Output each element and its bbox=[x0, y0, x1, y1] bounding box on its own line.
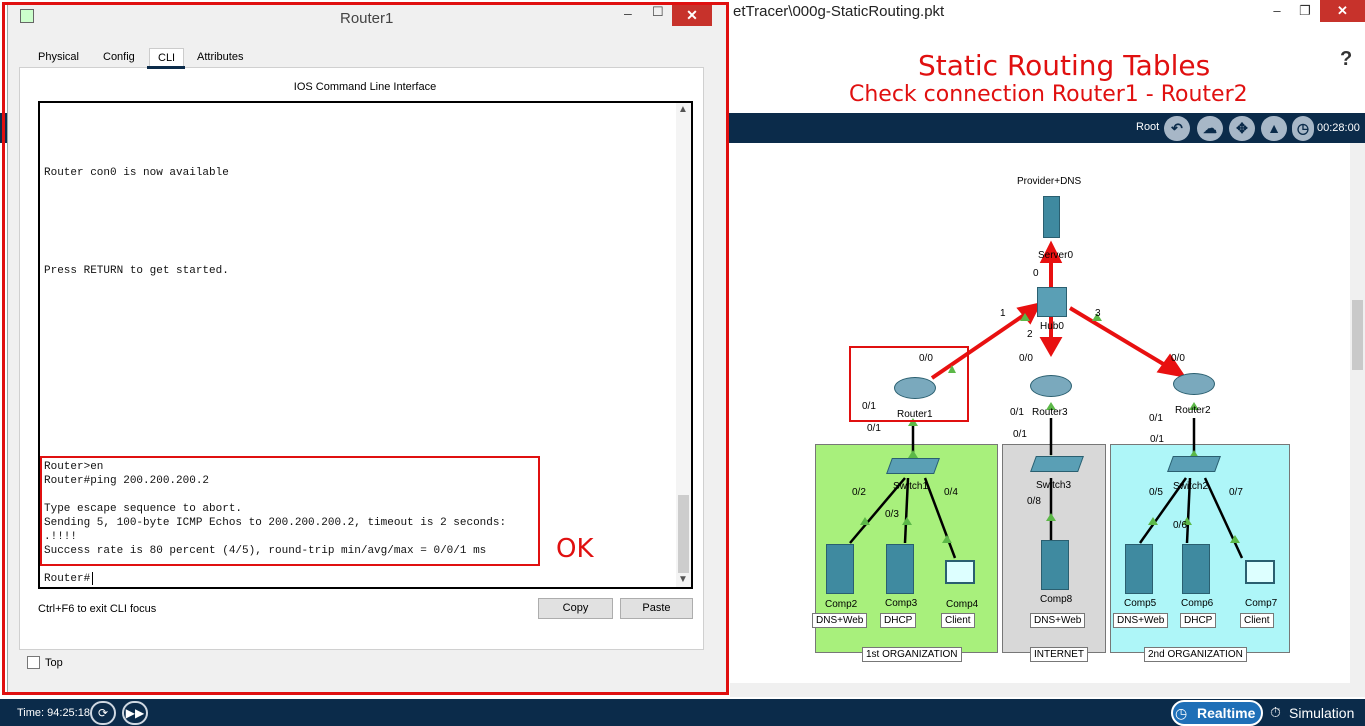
realtime-clock-icon: ◷ bbox=[1175, 705, 1188, 721]
port-label: 0/2 bbox=[852, 487, 866, 498]
workspace-vscroll-thumb[interactable] bbox=[1352, 300, 1363, 370]
router3-label: Router3 bbox=[1032, 407, 1068, 418]
lesson-title: Static Routing Tables bbox=[918, 49, 1211, 82]
back-icon[interactable]: ↶ bbox=[1164, 116, 1190, 141]
router2-icon[interactable] bbox=[1173, 373, 1215, 395]
workspace-hscrollbar[interactable] bbox=[730, 683, 1350, 697]
lesson-subtitle: Check connection Router1 - Router2 bbox=[849, 82, 1248, 107]
port-label: 0/0 bbox=[1019, 353, 1033, 364]
maximize-button[interactable]: ❐ bbox=[1290, 0, 1320, 22]
comp6-role: DHCP bbox=[1180, 613, 1217, 628]
comp4-role: Client bbox=[941, 613, 975, 628]
hub0-icon[interactable] bbox=[1037, 287, 1067, 317]
comp2-label: Comp2 bbox=[825, 599, 858, 610]
comp7-role: Client bbox=[1240, 613, 1274, 628]
power-cycle-icon[interactable]: ⟳ bbox=[90, 701, 116, 725]
status-bar bbox=[0, 699, 1365, 726]
fast-forward-icon[interactable]: ▶▶ bbox=[122, 701, 148, 725]
switch2-icon[interactable] bbox=[1167, 456, 1221, 472]
comp7-label: Comp7 bbox=[1245, 598, 1278, 609]
arrow-hub-r3-head bbox=[1039, 337, 1063, 358]
port-label: 0/1 bbox=[862, 401, 876, 412]
comp4-pc-icon[interactable] bbox=[945, 560, 975, 584]
main-window-title: etTracer\000g-StaticRouting.pkt bbox=[733, 3, 945, 20]
toolbar-time: 00:28:00 bbox=[1317, 122, 1360, 134]
simulation-mode-button[interactable]: Simulation bbox=[1267, 700, 1365, 726]
port-label: 0/0 bbox=[919, 353, 933, 364]
sim-time: Time: 94:25:18 bbox=[17, 707, 90, 719]
clock-icon[interactable]: ◷ bbox=[1292, 116, 1314, 141]
port-label: 0/1 bbox=[1150, 434, 1164, 445]
port-label: 0/1 bbox=[1149, 413, 1163, 424]
switch3-label: Switch3 bbox=[1036, 480, 1072, 491]
comp3-role: DHCP bbox=[880, 613, 917, 628]
comp2-server-icon[interactable] bbox=[826, 544, 854, 594]
comp3-server-icon[interactable] bbox=[886, 544, 914, 594]
comp7-pc-icon[interactable] bbox=[1245, 560, 1275, 584]
dialog-highlight bbox=[2, 2, 729, 695]
close-button[interactable]: ✕ bbox=[1320, 0, 1365, 22]
port-label: 0/1 bbox=[1013, 429, 1027, 440]
comp4-label: Comp4 bbox=[946, 599, 979, 610]
comp2-role: DNS+Web bbox=[812, 613, 868, 628]
router3-icon[interactable] bbox=[1030, 375, 1072, 397]
help-icon[interactable]: ? bbox=[1340, 48, 1352, 71]
server0-label: Server0 bbox=[1038, 250, 1074, 261]
switch2-label: Switch2 bbox=[1173, 481, 1209, 492]
port-label: 0/8 bbox=[1027, 496, 1041, 507]
comp5-role: DNS+Web bbox=[1113, 613, 1169, 628]
hub0-label: Hub0 bbox=[1040, 321, 1064, 332]
comp5-server-icon[interactable] bbox=[1125, 544, 1153, 594]
port-label: 3 bbox=[1095, 308, 1101, 319]
comp3-label: Comp3 bbox=[885, 598, 918, 609]
switch1-label: Switch1 bbox=[893, 481, 929, 492]
simulation-stopwatch-icon: ⏱ bbox=[1270, 704, 1281, 720]
workspace-vscrollbar[interactable] bbox=[1350, 143, 1365, 697]
comp6-label: Comp6 bbox=[1181, 598, 1214, 609]
comp8-server-icon[interactable] bbox=[1041, 540, 1069, 590]
port-label: 0/1 bbox=[867, 423, 881, 434]
router1-label: Router1 bbox=[897, 409, 933, 420]
port-label: 2 bbox=[1027, 329, 1033, 340]
move-icon[interactable]: ✥ bbox=[1229, 116, 1255, 141]
minimize-button[interactable]: – bbox=[1262, 0, 1292, 22]
arrow-hub-r2 bbox=[1068, 306, 1172, 370]
picture-icon[interactable]: ▲ bbox=[1261, 116, 1287, 141]
port-label: 0/4 bbox=[944, 487, 958, 498]
port-label: 0/7 bbox=[1229, 487, 1243, 498]
router1-icon[interactable] bbox=[894, 377, 936, 399]
provider-label: Provider+DNS bbox=[1017, 176, 1082, 187]
port-label: 0/3 bbox=[885, 509, 899, 520]
port-label: 0/6 bbox=[1173, 520, 1187, 531]
server0-icon[interactable] bbox=[1043, 196, 1060, 238]
root-label[interactable]: Root bbox=[1136, 121, 1159, 133]
port-label: 1 bbox=[1000, 308, 1006, 319]
router2-label: Router2 bbox=[1175, 405, 1211, 416]
comp8-role: DNS+Web bbox=[1030, 613, 1086, 628]
comp8-label: Comp8 bbox=[1040, 594, 1073, 605]
comp5-label: Comp5 bbox=[1124, 598, 1157, 609]
port-label: 0/1 bbox=[1010, 407, 1024, 418]
port-label: 0 bbox=[1033, 268, 1039, 279]
port-label: 0/0 bbox=[1171, 353, 1185, 364]
cloud-icon[interactable]: ☁ bbox=[1197, 116, 1223, 141]
port-label: 0/5 bbox=[1149, 487, 1163, 498]
switch1-icon[interactable] bbox=[886, 458, 940, 474]
switch3-icon[interactable] bbox=[1030, 456, 1084, 472]
comp6-server-icon[interactable] bbox=[1182, 544, 1210, 594]
